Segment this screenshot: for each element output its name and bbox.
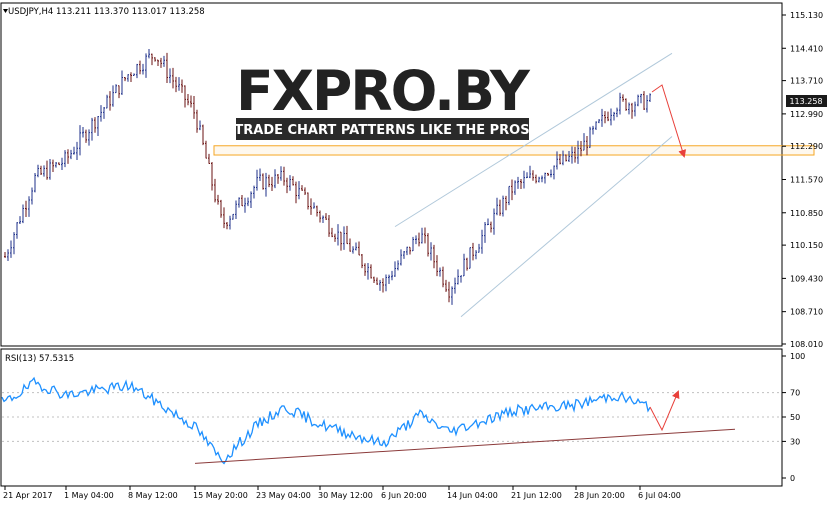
time-axis-label: 1 May 04:00 [64, 491, 114, 500]
chart-header-text: USDJPY,H4 113.211 113.370 113.017 113.25… [8, 7, 205, 17]
rsi-axis-label: 0 [790, 474, 795, 483]
resistance-zone[interactable] [213, 145, 815, 156]
price-axis-label: 115.130 [790, 11, 823, 20]
price-panel[interactable] [0, 2, 783, 347]
time-axis-label: 23 May 04:00 [256, 491, 311, 500]
price-axis-label: 109.430 [790, 274, 823, 283]
price-axis-label: 112.290 [790, 142, 823, 151]
rsi-axis-label: 30 [790, 437, 800, 446]
rsi-axis-label: 70 [790, 389, 800, 398]
price-axis: 115.130 114.410 113.710 112.990 112.290 111.5… [782, 11, 823, 349]
price-axis-label: 114.410 [790, 44, 823, 53]
current-price-label: 113.258 [789, 97, 822, 106]
time-axis-label: 28 Jun 20:00 [574, 491, 625, 500]
time-axis-label: 6 Jun 20:00 [381, 491, 427, 500]
price-axis-label: 108.010 [790, 340, 823, 349]
price-axis-label: 110.850 [790, 209, 823, 218]
price-axis-label: 110.150 [790, 241, 823, 250]
rsi-title: RSI(13) 57.5315 [5, 354, 74, 364]
price-axis-label: 108.710 [790, 308, 823, 317]
time-axis-label: 30 May 12:00 [318, 491, 373, 500]
chart-window[interactable]: FXPRO.BY TRADE CHART PATTERNS LIKE THE P… [0, 0, 829, 506]
watermark-brand: FXPRO.BY [236, 59, 531, 123]
time-axis-label: 21 Apr 2017 [3, 491, 52, 500]
time-axis: 21 Apr 2017 1 May 04:00 8 May 12:00 15 May … [3, 486, 681, 500]
price-axis-label: 112.990 [790, 110, 823, 119]
time-axis-label: 6 Jul 04:00 [638, 491, 681, 500]
watermark-tagline: TRADE CHART PATTERNS LIKE THE PROS [234, 123, 529, 138]
rsi-axis: 100 70 50 30 0 [782, 352, 805, 483]
time-axis-label: 21 Jun 12:00 [511, 491, 562, 500]
rsi-axis-label: 100 [790, 352, 805, 361]
price-axis-label: 111.570 [790, 176, 823, 185]
rsi-axis-label: 50 [790, 413, 800, 422]
watermark-logo: FXPRO.BY TRADE CHART PATTERNS LIKE THE P… [234, 59, 533, 140]
price-axis-label: 113.710 [790, 77, 823, 86]
time-axis-label: 14 Jun 04:00 [447, 491, 498, 500]
time-axis-label: 8 May 12:00 [128, 491, 178, 500]
time-axis-label: 15 May 20:00 [193, 491, 248, 500]
